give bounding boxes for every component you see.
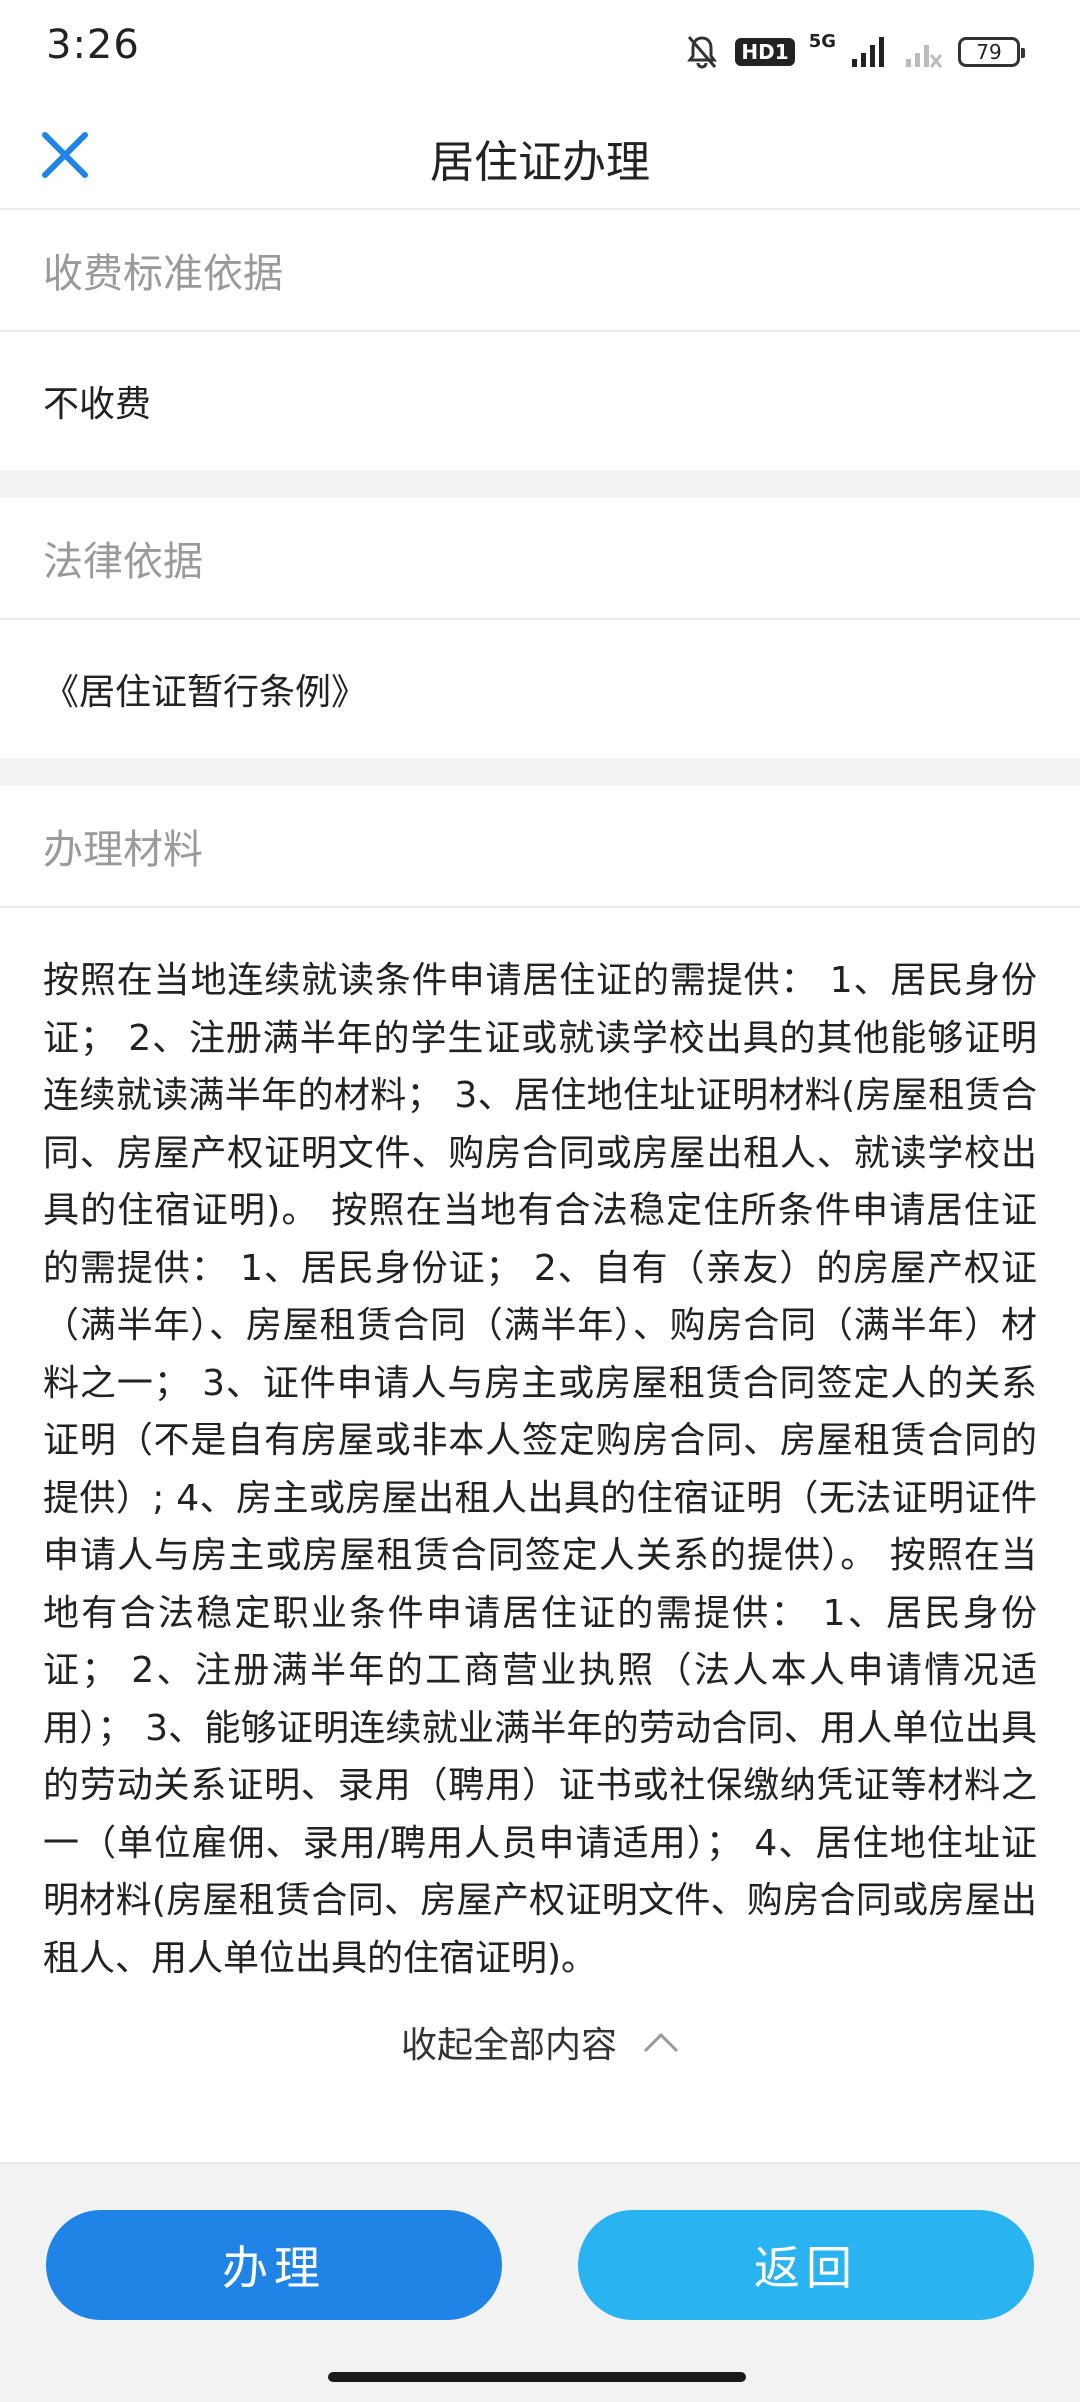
signal-weak-icon [906,45,943,68]
page-title: 居住证办理 [430,137,650,188]
chevron-up-icon [643,2032,679,2053]
legal-section-body: 《居住证暂行条例》 [43,672,368,713]
battery-icon: 79 [958,37,1025,67]
bell-mute-icon [687,36,718,69]
legal-section: 法律依据 《居住证暂行条例》 [0,498,1080,758]
apply-button[interactable]: 办理 [46,2210,502,2320]
signal-icon [852,37,884,67]
network-label: 5G [808,31,836,52]
status-bar: 3:26 HD1 5G 79 [0,0,1080,100]
collapse-toggle[interactable]: 收起全部内容 [0,1987,1080,2097]
main-content: 收费标准依据 不收费 法律依据 《居住证暂行条例》 办理材料 按照在当地连续就读… [0,210,1080,2097]
legal-section-title: 法律依据 [0,498,1080,620]
section-divider [0,470,1080,498]
app-header: 居住证办理 [0,100,1080,210]
status-icons: HD1 5G 79 [683,30,1025,74]
status-time: 3:26 [46,22,140,68]
collapse-label: 收起全部内容 [400,2025,617,2066]
materials-section-title: 办理材料 [0,786,1080,908]
bottom-action-bar: 办理 返回 [0,2162,1080,2402]
fee-section-title: 收费标准依据 [0,210,1080,332]
materials-section: 办理材料 按照在当地连续就读条件申请居住证的需提供： 1、居民身份证； 2、注册… [0,786,1080,2097]
back-button[interactable]: 返回 [578,2210,1034,2320]
fee-section-body: 不收费 [43,384,152,425]
battery-level: 79 [976,40,1002,64]
home-indicator[interactable] [328,2372,746,2382]
fee-section: 收费标准依据 不收费 [0,210,1080,470]
materials-section-body: 按照在当地连续就读条件申请居住证的需提供： 1、居民身份证； 2、注册满半年的学… [43,960,1037,1979]
hd-badge: HD1 [735,38,795,66]
section-divider [0,758,1080,786]
